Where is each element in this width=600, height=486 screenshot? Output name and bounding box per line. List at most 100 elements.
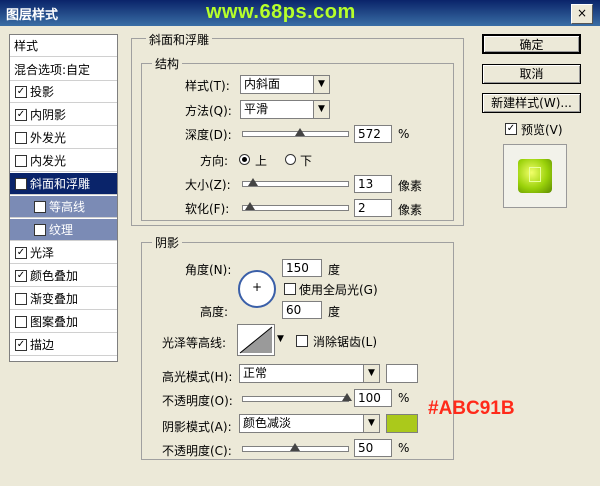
angle-input[interactable]: 150 <box>282 259 322 277</box>
contour-icon <box>239 326 273 354</box>
style-item-label: 光泽 <box>30 246 55 260</box>
structure-title: 结构 <box>152 55 183 72</box>
shadow-color-annotation: #ABC91B <box>428 398 515 419</box>
style-item-checkbox[interactable]: ✓ <box>34 201 46 213</box>
style-item[interactable]: ✓ 内阴影 <box>10 104 117 126</box>
cancel-button[interactable]: 取消 <box>482 64 581 84</box>
styles-list: 样式 混合选项:自定 ✓ 投影 ✓ 内阴影 外发光 内发光 ✓ 斜面和浮雕 ✓ 等高线 纹理 ✓ 光泽 ✓… <box>9 34 118 362</box>
style-dropdown[interactable]: 内斜面 ▼ <box>240 75 330 94</box>
soften-slider[interactable] <box>242 205 349 211</box>
style-item[interactable]: ✓ 斜面和浮雕 <box>10 173 117 195</box>
highlight-mode-dropdown[interactable]: 正常 ▼ <box>239 364 380 383</box>
close-button[interactable]: × <box>571 4 593 24</box>
size-label: 大小(Z): <box>185 178 231 192</box>
preview-label: 预览(V) <box>521 123 563 137</box>
style-item-checkbox[interactable]: ✓ <box>15 270 27 282</box>
bevel-emboss-title: 斜面和浮雕 <box>146 31 213 48</box>
styles-header[interactable]: 样式 <box>10 35 117 57</box>
gloss-contour-preview[interactable] <box>237 324 275 356</box>
style-item[interactable]: ✓ 光泽 <box>10 242 117 264</box>
style-item-label: 纹理 <box>49 223 74 237</box>
size-input[interactable]: 13 <box>354 175 392 193</box>
shadow-opacity-input[interactable]: 50 <box>354 439 392 457</box>
size-slider-thumb[interactable] <box>247 178 258 186</box>
direction-up-label: 上 <box>255 154 268 168</box>
technique-dropdown[interactable]: 平滑 ▼ <box>240 100 330 119</box>
shadow-mode-label: 阴影模式(A): <box>162 420 232 434</box>
style-item-label: 描边 <box>30 338 55 352</box>
anti-alias-label: 消除锯齿(L) <box>313 335 378 349</box>
style-item-label: 外发光 <box>30 131 67 145</box>
style-item-label: 渐变叠加 <box>30 292 79 306</box>
soften-label: 软化(F): <box>185 202 230 216</box>
direction-up-radio[interactable] <box>239 154 250 165</box>
altitude-unit: 度 <box>328 305 341 319</box>
size-slider[interactable] <box>242 181 349 187</box>
style-item-checkbox[interactable]: ✓ <box>15 109 27 121</box>
style-item-checkbox[interactable]: ✓ <box>15 178 27 190</box>
chevron-down-icon: ▼ <box>313 101 329 118</box>
altitude-label: 高度: <box>200 305 229 319</box>
style-item-label: 内发光 <box>30 154 67 168</box>
highlight-opacity-thumb[interactable] <box>342 393 352 401</box>
style-item-label: 颜色叠加 <box>30 269 79 283</box>
style-item[interactable]: 内发光 <box>10 150 117 172</box>
gloss-contour-label: 光泽等高线: <box>162 336 227 350</box>
depth-label: 深度(D): <box>185 128 232 142</box>
angle-label: 角度(N): <box>185 263 232 277</box>
style-item[interactable]: ✓ 颜色叠加 <box>10 265 117 287</box>
shadow-opacity-unit: % <box>398 441 410 455</box>
title-bar: 图层样式 www.68ps.com × <box>0 0 600 26</box>
style-item-checkbox[interactable]: ✓ <box>15 247 27 259</box>
highlight-opacity-slider[interactable] <box>242 396 349 402</box>
soften-slider-thumb[interactable] <box>245 202 256 210</box>
altitude-input[interactable]: 60 <box>282 301 322 319</box>
style-item-checkbox[interactable] <box>15 132 27 144</box>
depth-input[interactable]: 572 <box>354 125 392 143</box>
style-item-checkbox[interactable] <box>15 316 27 328</box>
style-item-checkbox[interactable]: ✓ <box>15 86 27 98</box>
style-item-label: 等高线 <box>49 200 86 214</box>
anti-alias-checkbox[interactable] <box>296 335 308 347</box>
angle-dial[interactable]: + <box>238 270 276 308</box>
style-item[interactable]: ✓ 等高线 <box>10 196 117 218</box>
depth-unit: % <box>398 127 410 141</box>
chevron-down-icon: ▼ <box>363 415 379 432</box>
style-item[interactable]: 渐变叠加 <box>10 288 117 310</box>
style-item-checkbox[interactable] <box>15 293 27 305</box>
highlight-color-swatch[interactable] <box>386 364 418 383</box>
soften-input[interactable]: 2 <box>354 199 392 217</box>
blend-options-item[interactable]: 混合选项:自定 <box>10 59 117 81</box>
new-style-button[interactable]: 新建样式(W)... <box>482 93 581 113</box>
direction-down-radio[interactable] <box>285 154 296 165</box>
shadow-mode-dropdown[interactable]: 颜色减淡 ▼ <box>239 414 380 433</box>
style-item-checkbox[interactable] <box>15 155 27 167</box>
shadow-opacity-label: 不透明度(C): <box>162 444 232 458</box>
watermark: www.68ps.com <box>206 1 356 23</box>
shading-title: 阴影 <box>152 234 183 251</box>
shadow-color-swatch[interactable] <box>386 414 418 433</box>
chevron-down-icon: ▼ <box>363 365 379 382</box>
crosshair-icon: + <box>252 280 263 294</box>
highlight-opacity-input[interactable]: 100 <box>354 389 392 407</box>
style-item[interactable]: 外发光 <box>10 127 117 149</box>
style-item[interactable]: ✓ 描边 <box>10 334 117 356</box>
style-item[interactable]: ✓ 投影 <box>10 81 117 103</box>
size-unit: 像素 <box>398 179 423 193</box>
depth-slider-thumb[interactable] <box>294 128 305 136</box>
highlight-mode-label: 高光模式(H): <box>162 370 233 384</box>
document-icon <box>529 167 541 182</box>
style-preview <box>503 144 567 208</box>
style-item-checkbox[interactable]: ✓ <box>15 339 27 351</box>
global-light-checkbox[interactable] <box>284 283 296 295</box>
style-label: 样式(T): <box>185 79 230 93</box>
angle-unit: 度 <box>328 263 341 277</box>
shadow-opacity-thumb[interactable] <box>289 443 300 451</box>
soften-unit: 像素 <box>398 203 423 217</box>
chevron-down-icon[interactable]: ▼ <box>277 334 284 344</box>
style-item[interactable]: 图案叠加 <box>10 311 117 333</box>
style-item-checkbox[interactable] <box>34 224 46 236</box>
ok-button[interactable]: 确定 <box>482 34 581 54</box>
style-item[interactable]: 纹理 <box>10 219 117 241</box>
preview-checkbox[interactable]: ✓ <box>505 123 517 135</box>
